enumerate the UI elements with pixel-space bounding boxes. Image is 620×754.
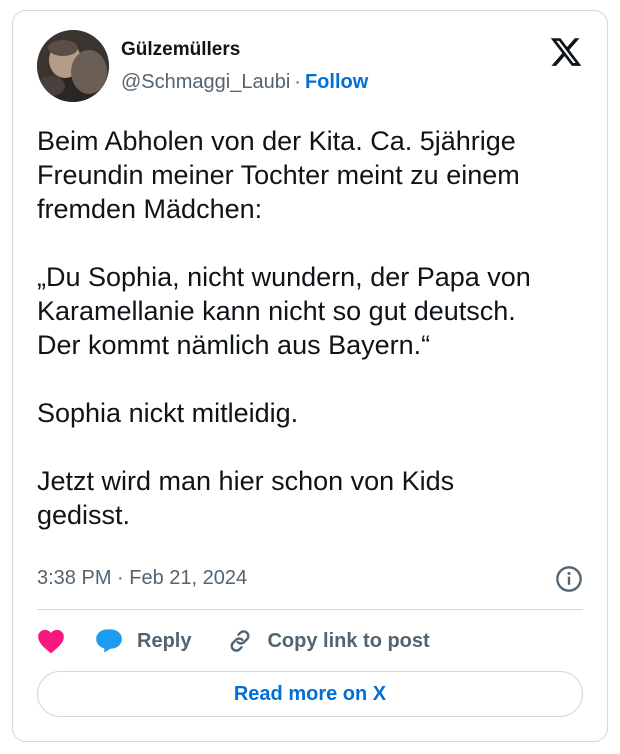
handle-row: @Schmaggi_Laubi · Follow (121, 71, 368, 94)
post-text: Beim Abholen von der Kita. Ca. 5jährige … (37, 126, 531, 530)
embedded-post-card: Gülzemüllers @Schmaggi_Laubi · Follow Beim… (12, 10, 608, 742)
reply-label: Reply (137, 629, 192, 652)
author-name[interactable]: Gülzemüllers (121, 39, 240, 61)
divider (37, 609, 583, 610)
speech-bubble-icon (96, 629, 122, 653)
post-timestamp[interactable]: 3:38 PM · Feb 21, 2024 (37, 567, 247, 590)
x-logo-icon[interactable] (549, 35, 583, 69)
heart-icon (38, 629, 64, 654)
avatar-image (37, 30, 109, 102)
reply-button[interactable]: Reply (95, 628, 191, 654)
copy-link-label: Copy link to post (267, 629, 430, 652)
read-more-button[interactable]: Read more on X (37, 671, 583, 717)
action-bar: Reply Copy link to post (37, 625, 430, 657)
avatar[interactable] (37, 30, 109, 102)
read-more-label: Read more on X (233, 682, 387, 705)
info-icon[interactable] (555, 565, 583, 593)
follow-button[interactable]: Follow (305, 71, 368, 93)
link-icon (231, 630, 250, 652)
like-button[interactable] (37, 628, 65, 654)
handle-separator: · (294, 71, 301, 93)
author-handle[interactable]: @Schmaggi_Laubi (121, 71, 290, 93)
copy-link-button[interactable]: Copy link to post (227, 628, 430, 654)
